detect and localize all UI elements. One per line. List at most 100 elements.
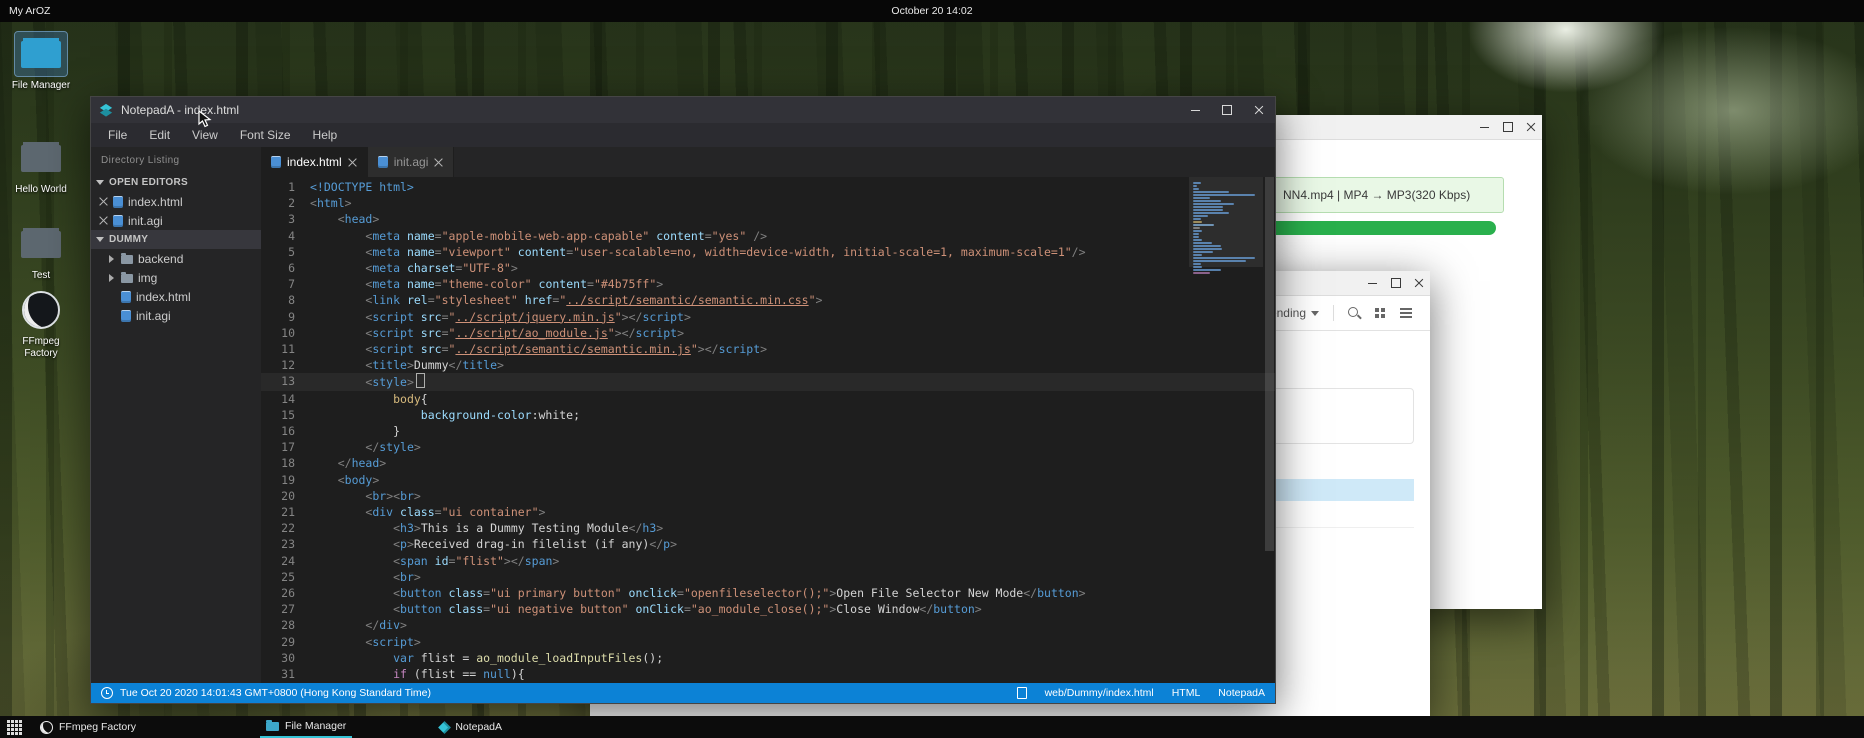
taskbar-item-label: NotepadA [455, 721, 502, 733]
open-editors-section[interactable]: OPEN EDITORS [91, 173, 261, 192]
line-number: 20 [261, 488, 310, 504]
code-token: > [345, 196, 352, 210]
taskbar-item-file-manager[interactable]: File Manager [260, 716, 352, 738]
close-editor-icon[interactable] [99, 216, 108, 225]
line-number: 24 [261, 553, 310, 569]
code-token: ao_module_loadInputFiles [476, 651, 642, 665]
line-number: 1 [261, 179, 310, 195]
code-token: Open File Selector New Mode [836, 586, 1023, 600]
code-token [310, 392, 393, 406]
folder-icon [15, 222, 67, 266]
code-token: = [428, 293, 435, 307]
maximize-button[interactable] [1496, 115, 1519, 139]
code-token: This is a Dummy Testing Module [421, 521, 629, 535]
code-token: title [462, 358, 497, 372]
code-token: br [400, 570, 414, 584]
code-text: <head> [310, 211, 379, 227]
minimize-button[interactable] [1179, 97, 1211, 123]
minimap[interactable] [1193, 181, 1261, 275]
grid-view-icon[interactable] [1375, 308, 1386, 319]
code-token [310, 651, 393, 665]
status-language[interactable]: HTML [1172, 687, 1201, 699]
minimize-button[interactable] [1361, 271, 1384, 295]
menu-font-size[interactable]: Font Size [229, 123, 302, 147]
notepada-titlebar[interactable]: NotepadA - index.html [91, 97, 1275, 123]
folder-icon [15, 32, 67, 76]
code-token: ){ [511, 667, 525, 681]
code-token: name [400, 277, 435, 291]
code-token: src [414, 310, 442, 324]
code-token: span [525, 554, 553, 568]
code-token: h3 [400, 521, 414, 535]
minimize-button[interactable] [1473, 115, 1496, 139]
file-name: backend [138, 252, 183, 266]
close-button[interactable] [1519, 115, 1542, 139]
menu-edit[interactable]: Edit [138, 123, 181, 147]
conversion-job-text: NN4.mp4 | MP4 → MP3(320 Kbps) [1283, 188, 1470, 202]
close-button[interactable] [1407, 271, 1430, 295]
code-line: 19 <body> [261, 472, 1275, 488]
code-text: <link rel="stylesheet" href="../script/s… [310, 292, 822, 308]
code-token: class [442, 586, 484, 600]
menu-help[interactable]: Help [302, 123, 349, 147]
close-tab-icon[interactable] [434, 158, 443, 167]
code-token [310, 342, 365, 356]
close-tab-icon[interactable] [348, 158, 357, 167]
start-menu-icon[interactable] [6, 719, 22, 735]
taskbar-item-notepada[interactable]: NotepadA [434, 716, 508, 738]
tab-init-agi[interactable]: init.agi [368, 147, 455, 177]
code-token: head [345, 212, 373, 226]
code-token: = [442, 310, 449, 324]
desktop-icon-ffmpeg-factory[interactable]: FFmpeg Factory [8, 288, 74, 360]
code-text: <meta name="theme-color" content="#4b75f… [310, 276, 663, 292]
open-editor-index-html[interactable]: index.html [91, 192, 261, 211]
desktop-icon-hello-world[interactable]: Hello World [8, 136, 74, 196]
code-token: style [379, 440, 414, 454]
code-line: 24 <span id="flist"></span> [261, 553, 1275, 569]
sort-dropdown[interactable]: ending [1270, 306, 1319, 320]
code-line: 17 </style> [261, 439, 1275, 455]
tree-item-img[interactable]: img [91, 268, 261, 287]
workspace-folder-section[interactable]: DUMMY [91, 230, 261, 249]
code-token: > [677, 326, 684, 340]
code-area[interactable]: 1<!DOCTYPE html>2<html>3 <head>4 <meta n… [261, 177, 1275, 683]
code-line: 23 <p>Received drag-in filelist (if any)… [261, 536, 1275, 552]
line-number: 17 [261, 439, 310, 455]
tree-item-init-agi[interactable]: init.agi [91, 306, 261, 325]
open-editor-init-agi[interactable]: init.agi [91, 211, 261, 230]
close-editor-icon[interactable] [99, 197, 108, 206]
scrollbar-thumb[interactable] [1265, 177, 1274, 551]
maximize-button[interactable] [1384, 271, 1407, 295]
minimap-line [1193, 215, 1208, 217]
code-token [310, 293, 365, 307]
desktop-icon-test[interactable]: Test [8, 222, 74, 282]
desktop-icon-file-manager[interactable]: File Manager [8, 32, 74, 92]
code-token: </ [365, 618, 379, 632]
minimap-line [1193, 224, 1214, 226]
list-view-icon[interactable] [1400, 308, 1412, 318]
code-token: > [656, 277, 663, 291]
tree-item-index-html[interactable]: index.html [91, 287, 261, 306]
search-icon[interactable] [1348, 307, 1361, 320]
minimap-line [1193, 221, 1202, 223]
minimap-line [1193, 182, 1201, 184]
topbar-brand[interactable]: My ArOZ [9, 5, 50, 17]
line-number: 8 [261, 292, 310, 308]
file-icon [121, 310, 131, 322]
tree-item-backend[interactable]: backend [91, 249, 261, 268]
close-button[interactable] [1243, 97, 1275, 123]
code-line: 11 <script src="../script/semantic/seman… [261, 341, 1275, 357]
code-token [310, 212, 338, 226]
code-token [310, 277, 365, 291]
tab-index-html[interactable]: index.html [261, 147, 368, 177]
editor[interactable]: index.htmlinit.agi 1<!DOCTYPE html>2<htm… [261, 147, 1275, 683]
taskbar-item-ffmpeg-factory[interactable]: FFmpeg Factory [34, 716, 142, 738]
code-token: "viewport" [442, 245, 511, 259]
maximize-button[interactable] [1211, 97, 1243, 123]
scrollbar[interactable] [1264, 177, 1275, 683]
code-token [310, 229, 365, 243]
menu-file[interactable]: File [97, 123, 138, 147]
menu-view[interactable]: View [181, 123, 229, 147]
chevron-down-icon [1311, 311, 1319, 320]
status-filepath[interactable]: web/Dummy/index.html [1045, 687, 1154, 699]
